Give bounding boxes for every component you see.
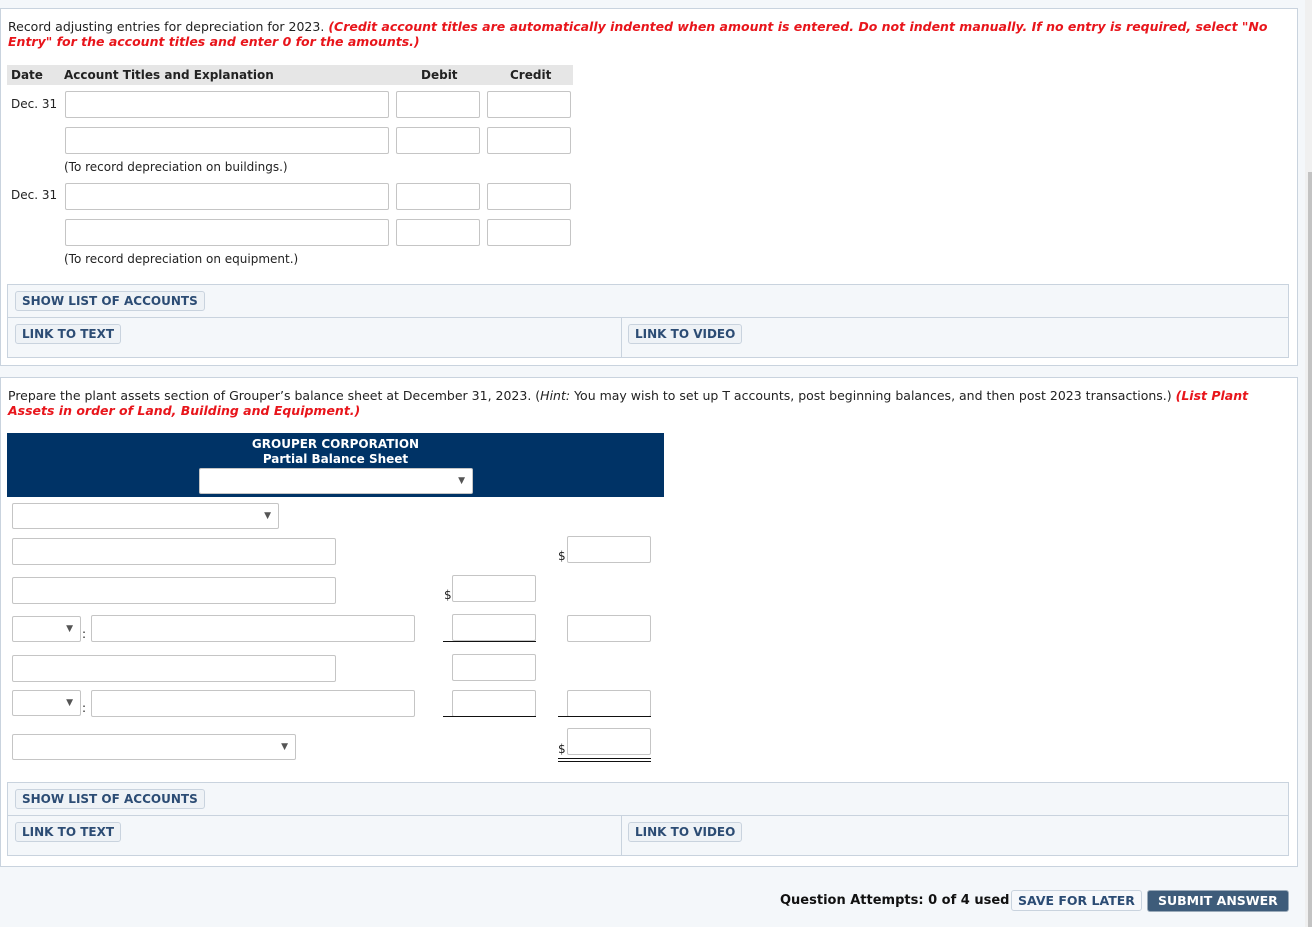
journal-entry-panel: Record adjusting entries for depreciatio… [0, 8, 1298, 366]
company-name: GROUPER CORPORATION [251, 437, 420, 451]
chevron-down-icon: ▼ [264, 511, 271, 521]
account-title-input[interactable] [65, 91, 389, 118]
entry-date: Dec. 31 [11, 188, 58, 202]
currency-symbol: $ [558, 742, 566, 756]
header-account: Account Titles and Explanation [64, 68, 274, 82]
statement-header: GROUPER CORPORATION Partial Balance Shee… [7, 433, 664, 497]
statement-date-select[interactable]: ▼ [199, 468, 473, 494]
question-attempts: Question Attempts: 0 of 4 used [780, 893, 1010, 908]
header-date: Date [11, 68, 43, 82]
total-column-input[interactable] [567, 690, 651, 717]
header-credit: Credit [510, 68, 552, 82]
chevron-down-icon: ▼ [281, 742, 288, 752]
total-column-input[interactable] [567, 536, 651, 563]
subtotal-underline [443, 641, 536, 642]
debit-input[interactable] [396, 183, 480, 210]
section-heading-select[interactable]: ▼ [12, 503, 279, 529]
currency-symbol: $ [444, 588, 452, 602]
resources-divider [621, 317, 622, 357]
amount-column-input[interactable] [452, 575, 536, 602]
resources-divider [621, 815, 622, 855]
credit-input[interactable] [487, 219, 571, 246]
subtotal-underline [443, 716, 536, 717]
chevron-down-icon: ▼ [66, 624, 73, 634]
balance-instruction-text: Prepare the plant assets section of Grou… [8, 388, 541, 403]
journal-table-header: Date Account Titles and Explanation Debi… [7, 65, 573, 85]
account-title-input[interactable] [65, 219, 389, 246]
credit-input[interactable] [487, 183, 571, 210]
resources-box: SHOW LIST OF ACCOUNTS LINK TO TEXT LINK … [7, 284, 1289, 358]
amount-column-input[interactable] [452, 654, 536, 681]
colon-separator: : [82, 627, 87, 641]
credit-input[interactable] [487, 91, 571, 118]
link-to-video-button[interactable]: LINK TO VIDEO [628, 822, 743, 842]
debit-input[interactable] [396, 219, 480, 246]
less-select[interactable]: ▼ [12, 690, 81, 716]
less-select[interactable]: ▼ [12, 616, 81, 642]
statement-title: Partial Balance Sheet [262, 452, 409, 466]
debit-input[interactable] [396, 91, 480, 118]
total-double-underline [558, 758, 651, 762]
balance-instructions: Prepare the plant assets section of Grou… [8, 388, 1277, 418]
colon-separator: : [82, 701, 87, 715]
save-for-later-button[interactable]: SAVE FOR LATER [1011, 890, 1142, 911]
amount-column-input[interactable] [452, 690, 536, 717]
line-item-input[interactable] [12, 538, 336, 565]
line-item-input[interactable] [12, 655, 336, 682]
link-to-video-button[interactable]: LINK TO VIDEO [628, 324, 743, 344]
debit-input[interactable] [396, 127, 480, 154]
entry-date: Dec. 31 [11, 97, 58, 111]
grand-total-input[interactable] [567, 728, 651, 755]
entry-explanation: (To record depreciation on equipment.) [64, 252, 299, 266]
subtotal-underline [558, 716, 651, 717]
chevron-down-icon: ▼ [458, 476, 465, 486]
journal-instructions: Record adjusting entries for depreciatio… [8, 19, 1277, 49]
account-title-input[interactable] [65, 183, 389, 210]
balance-sheet-panel: Prepare the plant assets section of Grou… [0, 377, 1298, 867]
show-list-of-accounts-button[interactable]: SHOW LIST OF ACCOUNTS [15, 291, 205, 311]
credit-input[interactable] [487, 127, 571, 154]
deduction-account-input[interactable] [91, 615, 415, 642]
chevron-down-icon: ▼ [66, 698, 73, 708]
submit-answer-button[interactable]: SUBMIT ANSWER [1147, 890, 1289, 912]
resources-box: SHOW LIST OF ACCOUNTS LINK TO TEXT LINK … [7, 782, 1289, 856]
link-to-text-button[interactable]: LINK TO TEXT [15, 324, 122, 344]
link-to-text-button[interactable]: LINK TO TEXT [15, 822, 122, 842]
currency-symbol: $ [558, 549, 566, 563]
show-list-of-accounts-button[interactable]: SHOW LIST OF ACCOUNTS [15, 789, 205, 809]
account-title-input[interactable] [65, 127, 389, 154]
balance-instruction-hint: You may wish to set up T accounts, post … [570, 388, 1176, 403]
journal-instruction-text: Record adjusting entries for depreciatio… [8, 19, 325, 34]
hint-label: Hint: [540, 388, 571, 403]
amount-column-input[interactable] [452, 614, 536, 641]
scrollbar-thumb[interactable] [1308, 172, 1312, 927]
header-debit: Debit [421, 68, 458, 82]
line-item-input[interactable] [12, 577, 336, 604]
total-column-input[interactable] [567, 615, 651, 642]
entry-explanation: (To record depreciation on buildings.) [64, 160, 288, 174]
total-label-select[interactable]: ▼ [12, 734, 296, 760]
deduction-account-input[interactable] [91, 690, 415, 717]
